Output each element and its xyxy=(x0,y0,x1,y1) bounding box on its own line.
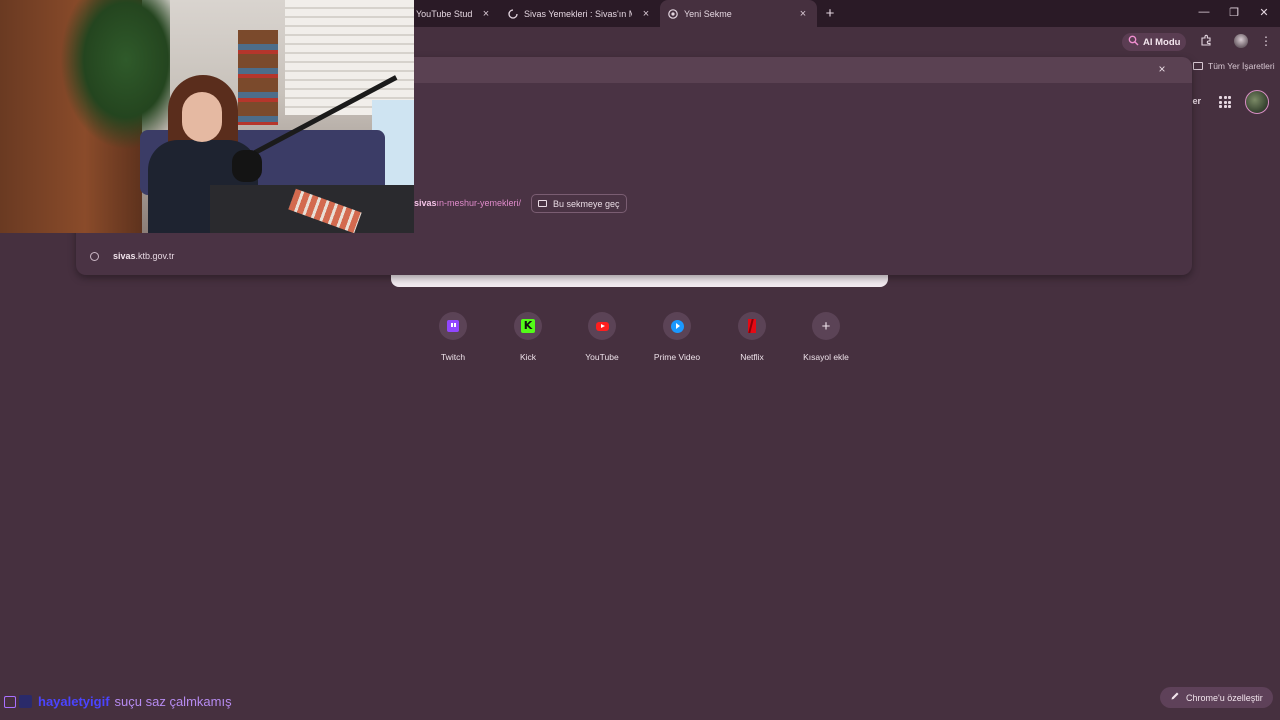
webcam-overlay xyxy=(0,0,414,233)
prime-video-icon xyxy=(670,319,684,333)
ai-mode-label: AI Modu xyxy=(1143,36,1181,48)
twitch-icon xyxy=(447,320,459,332)
folder-icon xyxy=(1193,62,1203,70)
tab-sivas-yemekleri[interactable]: Sivas Yemekleri : Sivas'ın Meşhur × xyxy=(500,0,660,27)
suggestion-rest: .ktb.gov.tr xyxy=(135,251,175,261)
subscriber-badge-icon xyxy=(19,695,32,708)
tab-icon xyxy=(538,200,547,207)
shortcut-label: YouTube xyxy=(585,352,619,362)
shortcut-netflix[interactable]: Netflix xyxy=(717,312,787,362)
globe-icon xyxy=(90,251,99,261)
account-avatar[interactable] xyxy=(1245,90,1269,114)
suggestion-url-rest: ın-meshur-yemekleri/ xyxy=(436,198,522,208)
all-bookmarks-label: Tüm Yer İşaretleri xyxy=(1208,61,1275,71)
close-icon[interactable]: × xyxy=(797,8,809,20)
shortcut-icon-circle xyxy=(439,312,467,340)
twitch-badge-icon xyxy=(4,695,16,708)
youtube-icon xyxy=(595,321,609,331)
ai-mode-button[interactable]: AI Modu xyxy=(1122,33,1187,51)
netflix-icon xyxy=(748,319,756,333)
clear-icon[interactable]: × xyxy=(1155,62,1169,76)
minimize-button[interactable]: — xyxy=(1197,6,1211,18)
shortcut-kick[interactable]: K Kick xyxy=(493,312,563,362)
chat-text: suçu saz çalmkamış xyxy=(114,694,232,709)
tab-title: Yeni Sekme xyxy=(684,8,732,19)
suggestion-url-match: sivas xyxy=(414,198,437,208)
close-icon[interactable]: × xyxy=(480,8,492,20)
loading-icon xyxy=(508,8,518,19)
window-close-button[interactable]: ✕ xyxy=(1257,6,1271,19)
tab-youtube-studio[interactable]: YouTube Studio × xyxy=(408,0,500,27)
shortcut-label: Kısayol ekle xyxy=(803,352,849,362)
shortcut-youtube[interactable]: YouTube xyxy=(567,312,637,362)
shortcut-label: Twitch xyxy=(440,352,466,362)
suggestion-row[interactable]: sivas .ktb.gov.tr xyxy=(90,251,174,261)
tab-title: YouTube Studio xyxy=(416,8,472,19)
shortcut-label: Prime Video xyxy=(653,352,701,362)
restore-button[interactable]: ❐ xyxy=(1227,6,1241,19)
shortcut-label: Netflix xyxy=(740,352,764,362)
suggestion-url[interactable]: sivasın-meshur-yemekleri/ xyxy=(414,198,521,208)
shortcut-prime-video[interactable]: Prime Video xyxy=(642,312,712,362)
apps-grid-icon[interactable] xyxy=(1219,96,1231,108)
all-bookmarks-button[interactable]: Tüm Yer İşaretleri xyxy=(1193,61,1275,71)
menu-icon[interactable]: ⋮ xyxy=(1258,34,1274,48)
chat-username: hayaletyigif xyxy=(38,694,110,709)
shortcut-icon-circle xyxy=(738,312,766,340)
chat-message: hayaletyigif suçu saz çalmkamış xyxy=(4,694,232,709)
customize-chrome-button[interactable]: Chrome'u özelleştir xyxy=(1160,687,1273,708)
shortcut-icon-circle xyxy=(588,312,616,340)
shortcut-icon-circle: + xyxy=(812,312,840,340)
switch-tab-label: Bu sekmeye geç xyxy=(553,198,620,209)
switch-to-tab-button[interactable]: Bu sekmeye geç xyxy=(531,194,627,213)
shortcut-add[interactable]: + Kısayol ekle xyxy=(791,312,861,362)
pencil-icon xyxy=(1170,691,1180,704)
kick-icon: K xyxy=(521,319,535,333)
shortcut-icon-circle: K xyxy=(514,312,542,340)
ntp-search-box[interactable] xyxy=(391,275,888,287)
shortcut-twitch[interactable]: Twitch xyxy=(418,312,488,362)
customize-chrome-label: Chrome'u özelleştir xyxy=(1186,692,1263,703)
tab-new-tab[interactable]: Yeni Sekme × xyxy=(660,0,817,27)
search-sparkle-icon xyxy=(1128,35,1139,49)
plus-icon: + xyxy=(821,317,831,335)
shortcut-label: Kick xyxy=(519,352,537,362)
profile-avatar[interactable] xyxy=(1234,34,1248,48)
tab-title: Sivas Yemekleri : Sivas'ın Meşhur xyxy=(524,8,632,19)
shortcut-icon-circle xyxy=(663,312,691,340)
chrome-icon xyxy=(668,8,678,19)
extensions-icon[interactable] xyxy=(1198,34,1214,49)
suggestion-match: sivas xyxy=(113,251,136,261)
close-icon[interactable]: × xyxy=(640,8,652,20)
new-tab-button[interactable]: + xyxy=(822,5,838,22)
